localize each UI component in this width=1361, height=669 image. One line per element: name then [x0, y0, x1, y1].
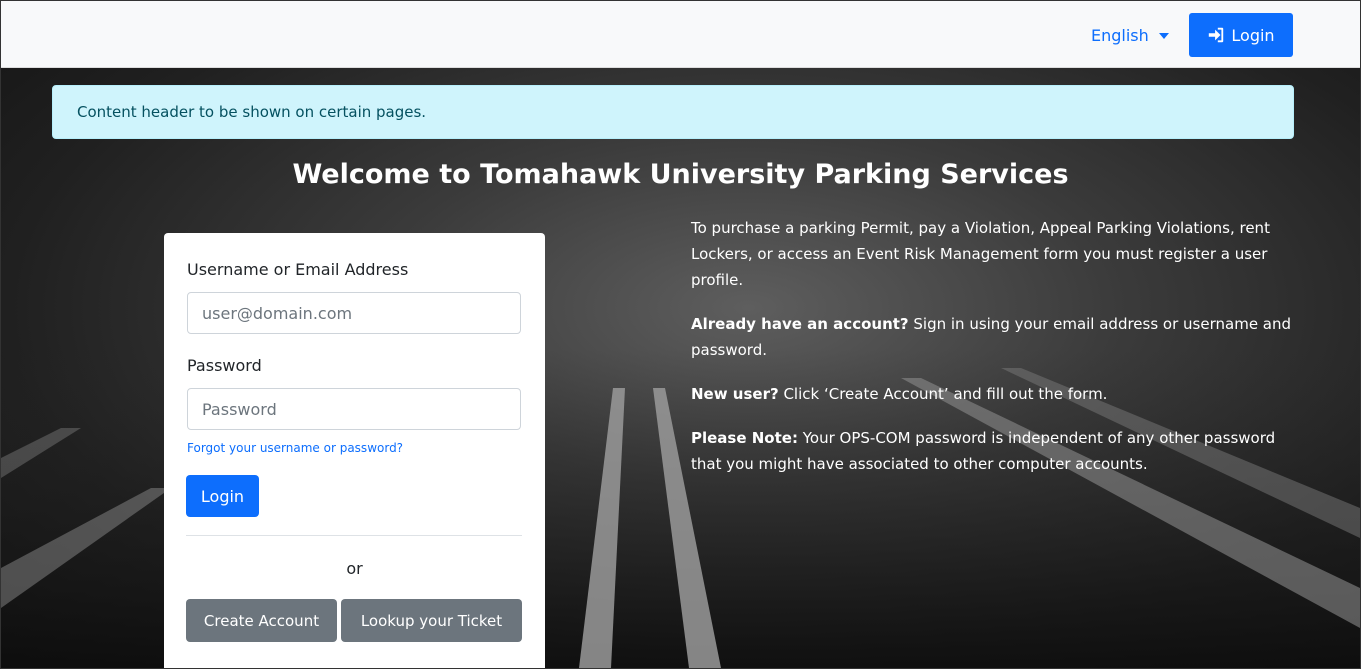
login-card: Username or Email Address Password Forgo… — [164, 233, 545, 668]
password-label: Password — [187, 356, 262, 375]
alert-text: Content header to be shown on certain pa… — [77, 103, 427, 121]
password-input[interactable] — [187, 388, 521, 430]
or-separator: or — [346, 559, 363, 578]
info-password-note: Please Note: Your OPS-COM password is in… — [691, 429, 1276, 473]
info-panel: To purchase a parking Permit, pay a Viol… — [691, 215, 1301, 495]
navbar-login-label: Login — [1231, 25, 1275, 45]
username-input[interactable] — [187, 292, 521, 334]
caret-down-icon — [1158, 32, 1169, 39]
page-title: Welcome to Tomahawk University Parking S… — [292, 159, 1069, 190]
divider — [186, 535, 522, 536]
forgot-credentials-link[interactable]: Forgot your username or password? — [187, 441, 403, 455]
content-header-alert: Content header to be shown on certain pa… — [52, 85, 1294, 139]
language-dropdown[interactable]: English — [1091, 26, 1169, 45]
username-label: Username or Email Address — [187, 260, 409, 279]
info-existing-account: Already have an account? Sign in using y… — [691, 315, 1292, 359]
info-intro: To purchase a parking Permit, pay a Viol… — [691, 219, 1270, 289]
top-navbar: English Login — [1, 1, 1360, 68]
login-button[interactable]: Login — [186, 475, 259, 517]
create-account-button[interactable]: Create Account — [186, 599, 337, 642]
sign-in-icon — [1209, 27, 1224, 43]
navbar-login-button[interactable]: Login — [1189, 13, 1293, 57]
page-frame: English Login Content header to be shown… — [0, 0, 1361, 669]
language-label: English — [1091, 26, 1149, 45]
lookup-ticket-button[interactable]: Lookup your Ticket — [341, 599, 522, 642]
info-new-user: New user? Click ‘Create Account’ and fil… — [691, 385, 1108, 403]
